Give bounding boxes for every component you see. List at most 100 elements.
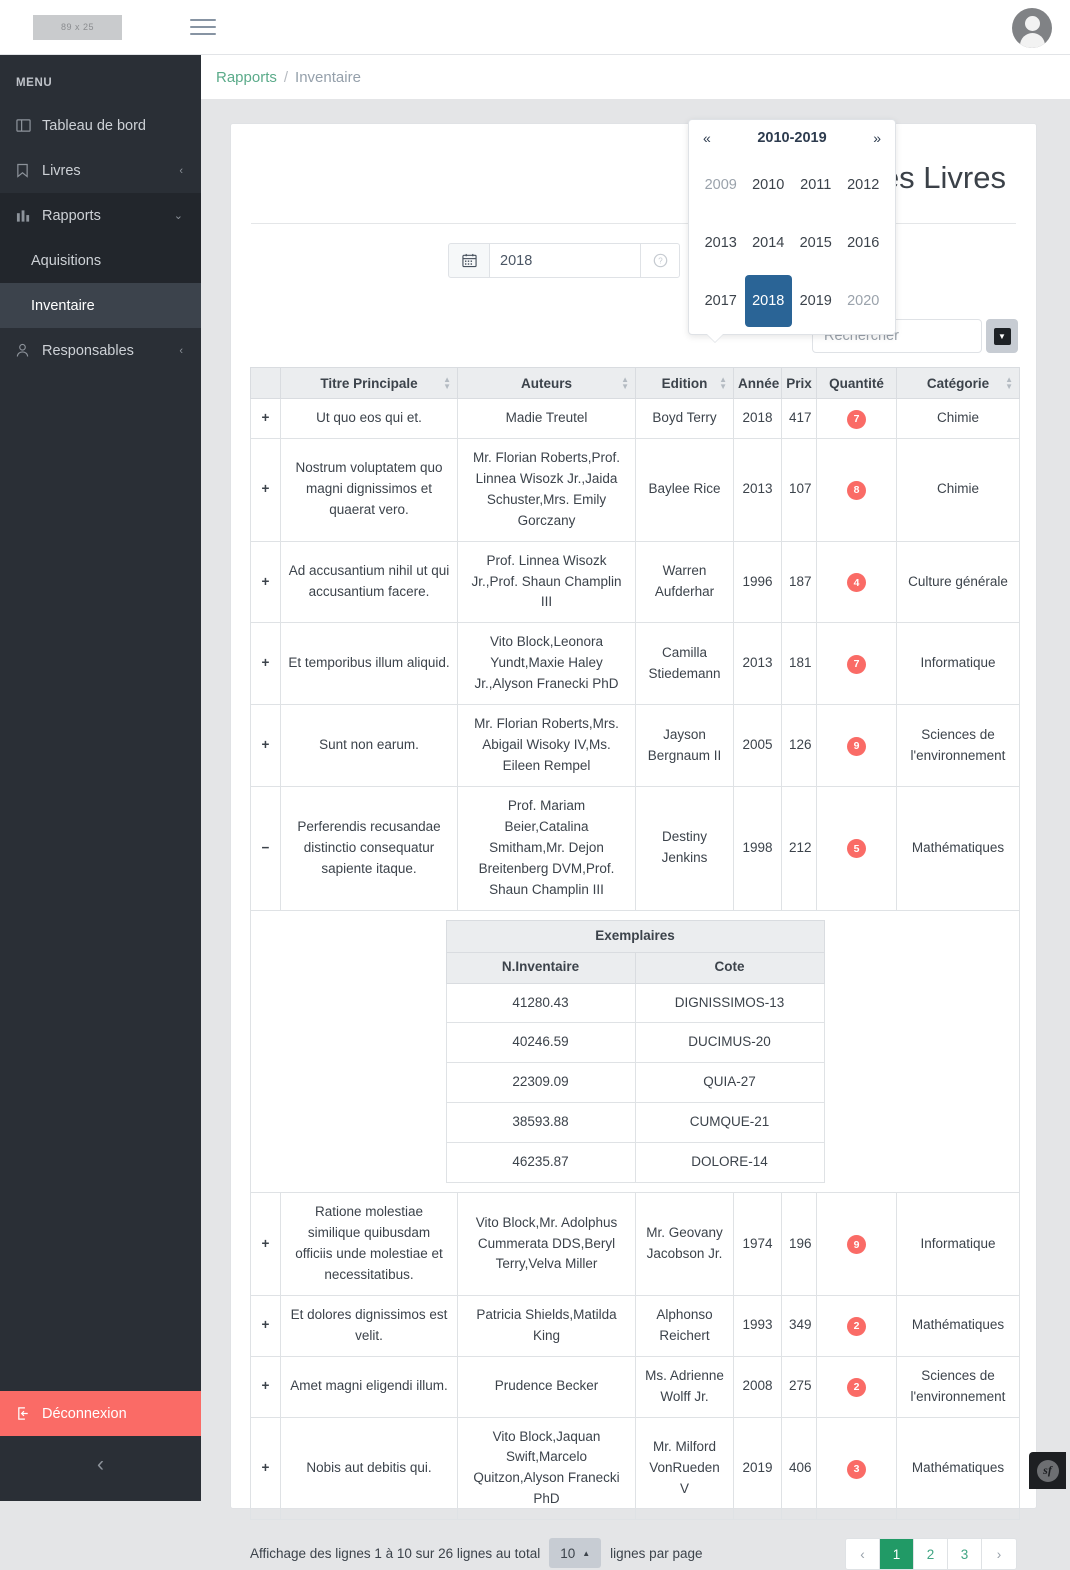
caret-up-icon: ▲ (582, 1548, 591, 1558)
year-option[interactable]: 2018 (744, 275, 792, 327)
bookmark-icon (16, 163, 42, 178)
breadcrumb-parent[interactable]: Rapports (216, 69, 277, 86)
column-auteurs[interactable]: Auteurs ▲ ▼ (457, 367, 636, 399)
column-categorie[interactable]: Catégorie ▲ ▼ (896, 367, 1020, 399)
column-label: Titre Principale (320, 375, 418, 391)
sidebar-item-aquisitions[interactable]: Aquisitions (0, 238, 201, 283)
logout-button[interactable]: Déconnexion (0, 1391, 201, 1436)
exemplaire-row: 41280.43 DIGNISSIMOS-13 (445, 982, 825, 1024)
year-option[interactable]: 2019 (792, 272, 840, 330)
column-label: Quantité (829, 375, 884, 391)
pagination-page[interactable]: 2 (914, 1539, 948, 1570)
year-option[interactable]: 2010 (745, 156, 793, 214)
column-annee: Année (733, 367, 782, 399)
question-circle-icon[interactable]: ? (640, 243, 680, 278)
cell-annee: 2013 (733, 622, 782, 706)
year-option[interactable]: 2013 (697, 214, 745, 272)
row-expander-button[interactable]: + (250, 1416, 281, 1521)
cell-titre: Perferendis recusandae distinctio conseq… (280, 785, 458, 911)
hamburger-bar (190, 19, 216, 21)
cell-auteurs: Mr. Florian Roberts,Prof. Linnea Wisozk … (457, 437, 636, 542)
cell-quantite: 7 (816, 398, 897, 439)
exemplaires-table: Exemplaires N.Inventaire Cote 41280.43 DIGNI… (445, 919, 825, 1184)
year-option[interactable]: 2011 (792, 156, 840, 214)
pagination-arrow[interactable]: ‹ (846, 1539, 880, 1570)
hamburger-bar (190, 26, 216, 28)
quantity-badge: 7 (847, 654, 866, 674)
quantity-badge: 2 (847, 1377, 866, 1397)
year-picker-popup: « 2010-2019 » 2009 2010 2011 2012 2013 2014 20… (688, 119, 896, 343)
cell-prix: 107 (781, 437, 817, 542)
cell-cote: DOLORE-14 (634, 1142, 825, 1184)
row-expander-button[interactable]: + (250, 540, 281, 624)
symfony-debug-toolbar[interactable]: sf (1029, 1452, 1066, 1489)
sidebar-item-tableau-de-bord[interactable]: Tableau de bord (0, 103, 201, 148)
cell-titre: Nobis aut debitis qui. (280, 1416, 458, 1521)
table-row: + Nobis aut debitis qui. Vito Block,Jaquan… (250, 1416, 1020, 1521)
menu-toggle-icon[interactable] (190, 19, 216, 35)
cell-quantite: 7 (816, 622, 897, 706)
calendar-icon[interactable] (448, 243, 490, 278)
symfony-icon: sf (1036, 1459, 1059, 1482)
page-size-selector[interactable]: 10 ▲ (549, 1538, 602, 1569)
column-titre-principale[interactable]: Titre Principale ▲ ▼ (280, 367, 458, 399)
expanded-detail-row: Exemplaires N.Inventaire Cote 41280.43 DIGNI… (250, 910, 1020, 1193)
cell-annee: 1993 (733, 1294, 782, 1357)
sidebar-item-rapports[interactable]: Rapports ⌄ (0, 193, 201, 238)
prev-decade-button[interactable]: « (703, 130, 723, 146)
quantity-badge: 9 (847, 1235, 866, 1255)
year-option[interactable]: 2020 (840, 272, 888, 330)
sidebar-item-inventaire[interactable]: Inventaire (0, 283, 201, 328)
sidebar-item-livres[interactable]: Livres ‹ (0, 148, 201, 193)
cell-annee: 2013 (733, 437, 782, 542)
avatar[interactable] (1012, 8, 1052, 48)
cell-cote: CUMQUE-21 (634, 1102, 825, 1144)
year-grid: 2009 2010 2011 2012 2013 2014 2015 2016 2017 2018… (689, 156, 895, 330)
search-filter-button[interactable]: ▼ (986, 319, 1018, 353)
cell-prix: 406 (781, 1416, 817, 1521)
sort-icon: ▲ ▼ (1005, 375, 1013, 391)
row-expander-button[interactable]: + (250, 437, 281, 542)
next-decade-button[interactable]: » (861, 130, 881, 146)
year-option[interactable]: 2009 (697, 156, 745, 214)
quantity-badge: 3 (847, 1459, 866, 1479)
table-row: + Ut quo eos qui et. Madie Treutel Boyd Ter… (250, 398, 1020, 439)
column-label: Prix (786, 375, 812, 391)
cell-auteurs: Prof. Linnea Wisozk Jr.,Prof. Shaun Cham… (457, 540, 636, 624)
column-edition[interactable]: Edition ▲ ▼ (635, 367, 734, 399)
row-expander-button[interactable]: + (250, 398, 281, 439)
year-filter-group: ? (448, 243, 680, 278)
sidebar-item-label: Responsables (42, 342, 134, 359)
cell-edition: Alphonso Reichert (635, 1294, 734, 1357)
dashboard-icon (16, 118, 42, 133)
table-footer: Affichage des lignes 1 à 10 sur 26 ligne… (231, 1520, 1036, 1570)
table-row: − Perferendis recusandae distinctio conse… (250, 785, 1020, 911)
quantity-badge: 4 (847, 573, 866, 593)
row-expander-button[interactable]: + (250, 1355, 281, 1418)
sidebar-collapse-button[interactable]: ‹ (0, 1436, 201, 1501)
cell-auteurs: Prudence Becker (457, 1355, 636, 1418)
table-row: + Et dolores dignissimos est velit. Patric… (250, 1294, 1020, 1357)
row-expander-button[interactable]: + (250, 1192, 281, 1296)
sidebar-item-label: Livres (42, 162, 81, 179)
table-body: + Ut quo eos qui et. Madie Treutel Boyd Ter… (250, 398, 1020, 1521)
pagination-page[interactable]: 1 (880, 1539, 914, 1570)
chevron-left-icon: ‹ (179, 164, 183, 177)
year-input[interactable] (490, 243, 640, 278)
year-option[interactable]: 2016 (840, 214, 888, 272)
cell-edition: Camilla Stiedemann (635, 622, 734, 706)
row-expander-button[interactable]: + (250, 704, 281, 787)
year-option[interactable]: 2015 (792, 214, 840, 272)
row-expander-button[interactable]: − (250, 785, 281, 911)
pagination-arrow[interactable]: › (982, 1539, 1016, 1570)
year-option[interactable]: 2012 (840, 156, 888, 214)
sidebar-item-responsables[interactable]: Responsables ‹ (0, 328, 201, 373)
year-option[interactable]: 2014 (745, 214, 793, 272)
decade-range-label: 2010-2019 (757, 130, 827, 146)
row-expander-button[interactable]: + (250, 1294, 281, 1357)
pagination-page[interactable]: 3 (948, 1539, 982, 1570)
row-expander-button[interactable]: + (250, 622, 281, 706)
logout-label: Déconnexion (42, 1405, 127, 1422)
logout-icon (16, 1406, 42, 1421)
year-option[interactable]: 2017 (697, 272, 745, 330)
